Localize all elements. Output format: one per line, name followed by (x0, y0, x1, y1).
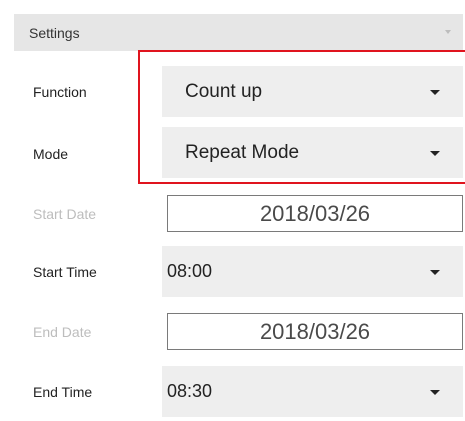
start-date-field[interactable]: 2018/03/26 (167, 195, 463, 232)
function-label: Function (33, 84, 87, 100)
start-time-value: 08:00 (167, 261, 213, 281)
chevron-down-icon (430, 150, 440, 156)
function-select[interactable]: Count up (162, 66, 463, 117)
end-date-label: End Date (33, 324, 92, 340)
chevron-down-icon (430, 269, 440, 275)
start-time-select[interactable]: 08:00 (162, 246, 463, 297)
mode-select[interactable]: Repeat Mode (162, 127, 463, 178)
chevron-down-icon (430, 389, 440, 395)
mode-label: Mode (33, 146, 69, 162)
mode-value: Repeat Mode (185, 141, 300, 163)
start-time-label: Start Time (33, 264, 97, 280)
end-time-select[interactable]: 08:30 (162, 366, 463, 417)
function-value: Count up (185, 80, 263, 102)
start-date-label: Start Date (33, 206, 97, 222)
end-time-value: 08:30 (167, 381, 213, 401)
chevron-down-icon (430, 89, 440, 95)
end-date-field[interactable]: 2018/03/26 (167, 313, 463, 350)
chevron-down-icon (445, 30, 451, 34)
settings-title: Settings (29, 24, 80, 41)
settings-header[interactable]: Settings (14, 14, 463, 51)
end-time-label: End Time (33, 384, 93, 400)
